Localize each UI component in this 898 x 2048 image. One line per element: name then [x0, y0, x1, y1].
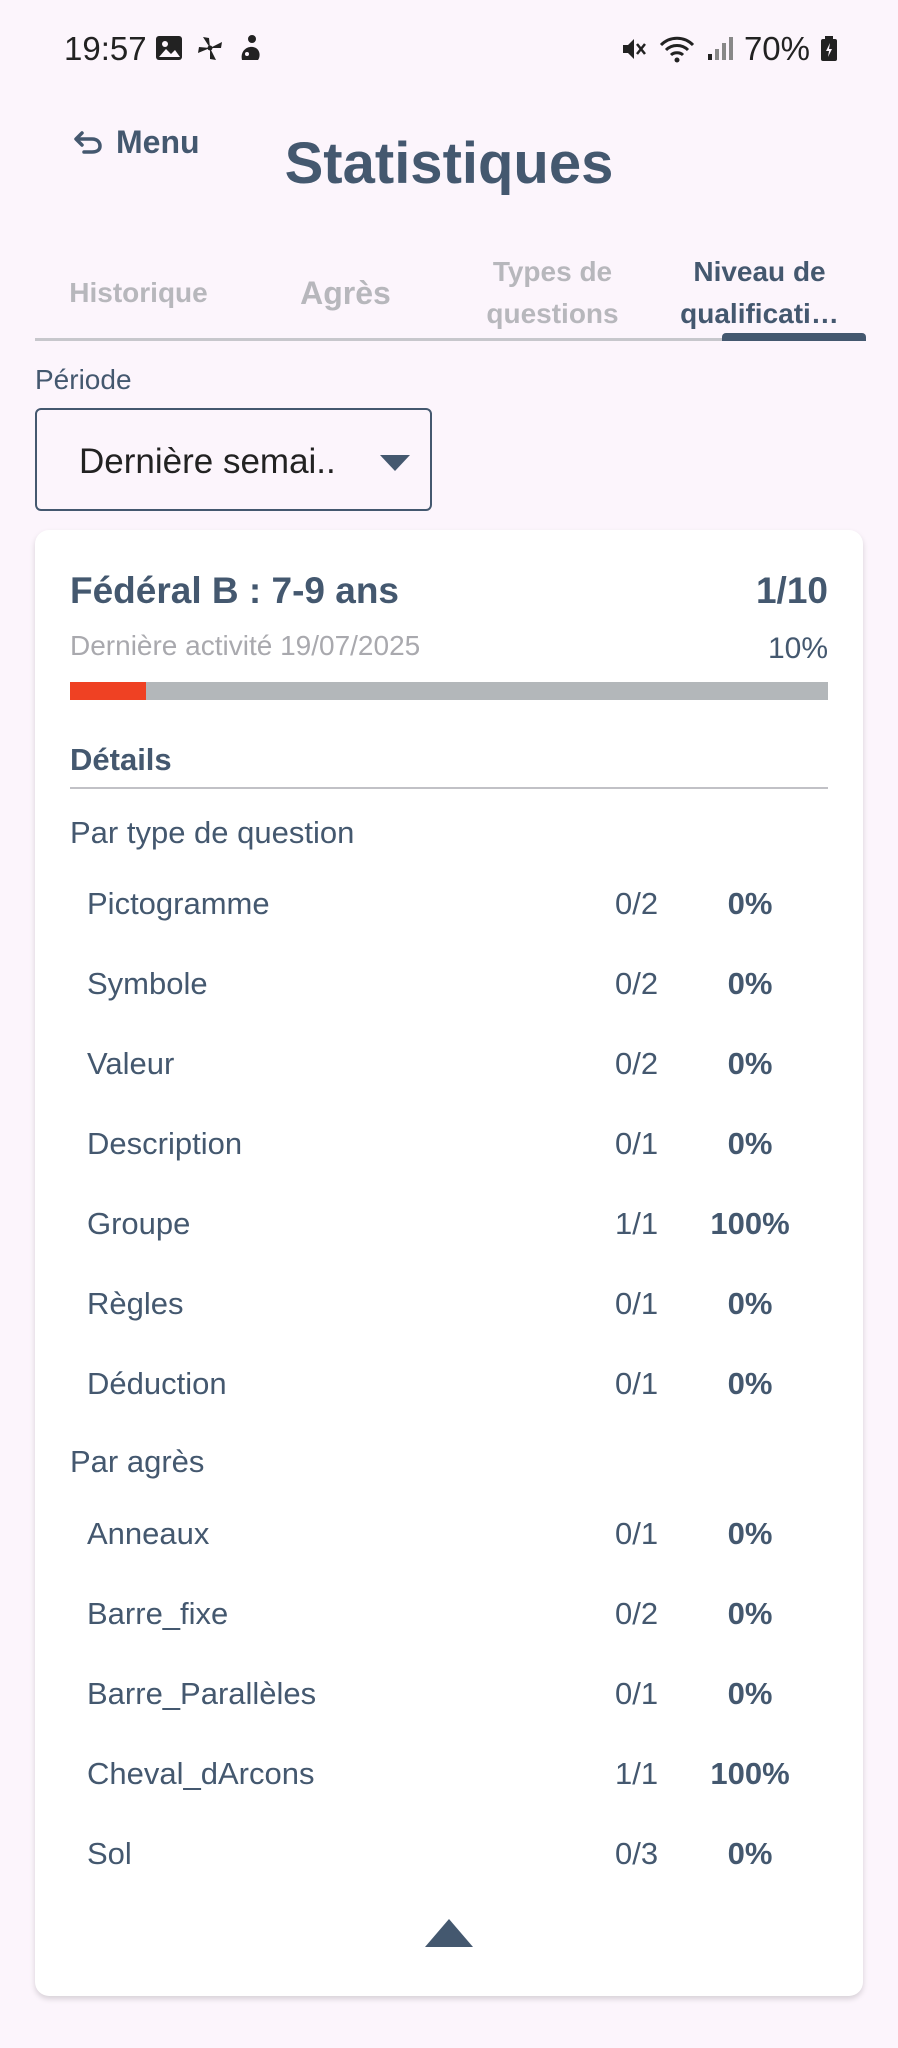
- tab-types-de-questions[interactable]: Types de questions: [449, 245, 656, 341]
- list-item: Barre_fixe 0/2 0%: [70, 1596, 828, 1646]
- tab-historique[interactable]: Historique: [35, 245, 242, 341]
- tab-agres[interactable]: Agrès: [242, 245, 449, 341]
- mute-icon: [622, 39, 646, 59]
- row-percent: 0%: [727, 1516, 773, 1551]
- signal-icon: [707, 37, 733, 60]
- row-name: Sol: [87, 1836, 132, 1871]
- row-percent: 0%: [727, 1366, 773, 1401]
- status-icons-right: 70%: [618, 30, 838, 68]
- battery-icon: [821, 36, 837, 61]
- level-score: 1/10: [755, 570, 828, 611]
- row-fraction: 0/1: [615, 1516, 659, 1551]
- row-name: Description: [87, 1126, 243, 1161]
- tab-label: Historique: [69, 277, 208, 308]
- row-percent: 0%: [727, 1836, 773, 1871]
- row-name: Cheval_dArcons: [87, 1756, 315, 1791]
- list-item: Valeur 0/2 0%: [70, 1046, 828, 1096]
- row-name: Groupe: [87, 1206, 191, 1241]
- row-name: Règles: [87, 1286, 184, 1321]
- status-bar: 19:57 70%: [0, 0, 898, 100]
- row-fraction: 0/2: [615, 1046, 659, 1081]
- row-percent: 100%: [710, 1206, 790, 1241]
- list-item: Anneaux 0/1 0%: [70, 1516, 828, 1566]
- list-item: Déduction 0/1 0%: [70, 1366, 828, 1416]
- figure-icon: [241, 35, 260, 60]
- row-name: Symbole: [87, 966, 208, 1001]
- by-apparatus-heading: Par agrès: [70, 1444, 205, 1479]
- page-title: Statistiques: [284, 131, 614, 196]
- period-selected-value: Dernière semai..: [79, 442, 336, 481]
- collapse-up-icon[interactable]: [421, 1915, 477, 1951]
- row-percent: 0%: [727, 1596, 773, 1631]
- row-percent: 0%: [727, 966, 773, 1001]
- row-fraction: 1/1: [615, 1756, 659, 1791]
- list-item: Barre_Parallèles 0/1 0%: [70, 1676, 828, 1726]
- status-time: 19:57: [64, 30, 147, 67]
- last-activity: Dernière activité 19/07/2025: [70, 630, 421, 661]
- row-name: Barre_Parallèles: [87, 1676, 317, 1711]
- tab-label-line2: qualificati…: [680, 298, 839, 329]
- row-percent: 0%: [727, 1046, 773, 1081]
- list-item: Cheval_dArcons 1/1 100%: [70, 1756, 828, 1806]
- row-fraction: 0/1: [615, 1366, 659, 1401]
- row-percent: 0%: [727, 1126, 773, 1161]
- row-name: Pictogramme: [87, 886, 270, 921]
- row-name: Déduction: [87, 1366, 227, 1401]
- active-tab-indicator: [722, 333, 866, 341]
- level-card: Fédéral B : 7-9 ans 1/10 Dernière activi…: [35, 530, 863, 1996]
- level-progress-bar: [70, 682, 828, 700]
- row-fraction: 0/2: [615, 966, 659, 1001]
- by-type-heading: Par type de question: [70, 815, 355, 850]
- period-label: Période: [35, 364, 132, 395]
- image-icon: [156, 36, 182, 60]
- row-fraction: 0/1: [615, 1286, 659, 1321]
- list-item: Règles 0/1 0%: [70, 1286, 828, 1336]
- list-item: Description 0/1 0%: [70, 1126, 828, 1176]
- status-icons-left: [154, 33, 264, 63]
- list-item: Groupe 1/1 100%: [70, 1206, 828, 1256]
- row-name: Barre_fixe: [87, 1596, 229, 1631]
- details-divider: [70, 787, 828, 789]
- list-item: Symbole 0/2 0%: [70, 966, 828, 1016]
- row-fraction: 0/1: [615, 1676, 659, 1711]
- list-item: Sol 0/3 0%: [70, 1836, 828, 1886]
- tab-label-line1: Niveau de: [693, 256, 826, 287]
- level-progress-fill: [70, 682, 146, 700]
- details-heading: Détails: [70, 742, 172, 777]
- level-title: Fédéral B : 7-9 ans: [70, 570, 400, 611]
- row-percent: 100%: [710, 1756, 790, 1791]
- tab-bar: Historique Agrès Types de questions Nive…: [35, 245, 866, 341]
- pinwheel-icon: [198, 37, 222, 60]
- period-dropdown[interactable]: Dernière semai..: [35, 408, 432, 511]
- row-fraction: 0/1: [615, 1126, 659, 1161]
- tab-label-line1: Types de: [492, 256, 613, 287]
- row-percent: 0%: [727, 1286, 773, 1321]
- level-percent: 10%: [767, 632, 828, 665]
- chevron-down-icon: [380, 455, 410, 471]
- row-fraction: 0/2: [615, 1596, 659, 1631]
- row-name: Anneaux: [87, 1516, 210, 1551]
- row-fraction: 1/1: [615, 1206, 659, 1241]
- wifi-icon: [659, 36, 694, 63]
- tab-label: Agrès: [300, 275, 391, 311]
- row-percent: 0%: [727, 1676, 773, 1711]
- row-fraction: 0/3: [615, 1836, 659, 1871]
- row-percent: 0%: [727, 886, 773, 921]
- list-item: Pictogramme 0/2 0%: [70, 886, 828, 936]
- tab-niveau-de-qualification[interactable]: Niveau de qualificati…: [656, 245, 863, 341]
- row-name: Valeur: [87, 1046, 175, 1081]
- row-fraction: 0/2: [615, 886, 659, 921]
- tab-label-line2: questions: [486, 298, 619, 329]
- battery-percent: 70%: [743, 30, 810, 67]
